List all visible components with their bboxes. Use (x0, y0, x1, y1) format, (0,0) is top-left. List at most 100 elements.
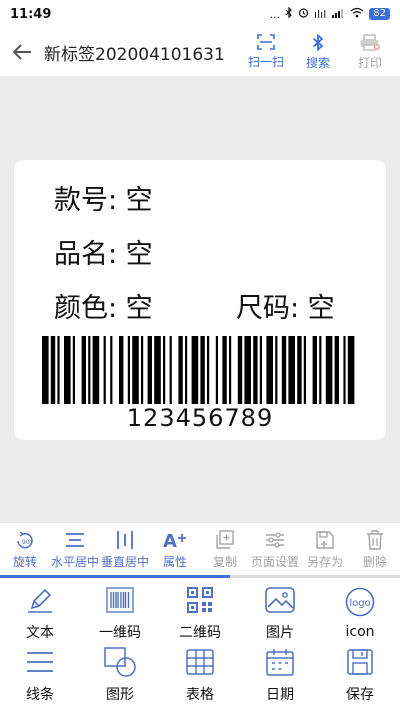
barcode-bar (343, 336, 346, 404)
status-bar: 11:49 ... ılıl 82 (0, 0, 400, 28)
save-as-button[interactable]: 另存为 (300, 523, 350, 576)
barcode-bar (191, 336, 199, 404)
add-barcode-button[interactable]: 一维码 (80, 582, 160, 644)
save-label: 保存 (346, 687, 374, 703)
barcode-bar (92, 336, 100, 404)
add-image-button[interactable]: 图片 (240, 582, 320, 644)
barcode-bar (319, 336, 322, 404)
barcode-graphic[interactable] (42, 336, 358, 404)
print-button[interactable]: 打印 (344, 33, 396, 71)
save-as-label: 另存为 (306, 555, 343, 569)
field-size[interactable]: 尺码: 空 (236, 286, 335, 325)
barcode-bar (163, 336, 166, 404)
barcode-number: 123456789 (126, 404, 274, 432)
delete-icon (367, 530, 383, 550)
delete-label: 删除 (362, 555, 387, 569)
add-line-label: 线条 (26, 687, 54, 703)
status-icons: ... ılıl 82 (269, 6, 390, 21)
page-settings-label: 页面设置 (250, 555, 299, 569)
add-text-label: 文本 (26, 625, 54, 641)
page-settings-button[interactable]: 页面设置 (250, 523, 300, 576)
copy-button[interactable]: 复制 (200, 523, 250, 576)
add-text-button[interactable]: 文本 (0, 582, 80, 644)
search-button[interactable]: 搜索 (292, 33, 344, 71)
barcode-bar (50, 336, 56, 404)
logo-icon-text: logo (349, 598, 370, 609)
add-icon-label: icon (345, 624, 375, 640)
shapes-icon (104, 647, 136, 677)
barcode-bar (72, 336, 75, 404)
barcode-bar (288, 336, 295, 404)
vertical-center-button[interactable]: 垂直居中 (100, 523, 150, 576)
barcode-bar (119, 336, 124, 404)
bluetooth-icon (312, 33, 324, 51)
add-date-button[interactable]: 日期 (240, 644, 320, 706)
field-color[interactable]: 颜色: 空 (54, 286, 153, 325)
barcode-icon (106, 587, 134, 613)
barcode-bar (244, 336, 251, 404)
barcode-bar (200, 336, 205, 404)
qrcode-icon (187, 587, 213, 613)
barcode-bar (266, 336, 273, 404)
rotate-90-icon: 90° (17, 531, 33, 549)
barcode-bar (141, 336, 144, 404)
barcode-bar (42, 336, 49, 404)
page-title: 新标签202004101631 (44, 44, 225, 65)
label-preview[interactable]: 款号: 空 品名: 空 颜色: 空 尺码: 空 123456789 (14, 160, 386, 440)
add-table-label: 表格 (186, 687, 214, 703)
battery-indicator: 82 (369, 8, 390, 20)
barcode-bar (281, 336, 287, 404)
barcode-bar (110, 336, 113, 404)
barcode-bar (229, 336, 232, 404)
barcode-bar (297, 336, 302, 404)
wifi-icon (350, 7, 364, 21)
app-bar: 新标签202004101631 扫一扫 搜索 打印 (0, 28, 400, 76)
barcode-bar (253, 336, 258, 404)
element-palette: 文本 一维码 二维码 图片 logo icon 线条 图形 表格 日期 保存 (0, 578, 400, 709)
add-qrcode-button[interactable]: 二维码 (160, 582, 240, 644)
vertical-center-label: 垂直居中 (100, 555, 149, 569)
scan-button[interactable]: 扫一扫 (240, 33, 292, 71)
print-label: 打印 (357, 55, 382, 70)
scan-label: 扫一扫 (247, 54, 284, 69)
barcode-bar (275, 336, 278, 404)
back-button[interactable] (0, 28, 44, 76)
barcode-bar (178, 336, 183, 404)
edit-toolbar: 90° 旋转 水平居中 垂直居中 A 属性 复制 页面设置 另存为 删除 (0, 522, 400, 576)
save-button[interactable]: 保存 (320, 644, 400, 706)
search-label: 搜索 (305, 55, 330, 70)
barcode-bar (312, 336, 317, 404)
header-actions: 扫一扫 搜索 打印 (240, 33, 396, 71)
add-icon-button[interactable]: logo icon (320, 582, 400, 644)
svg-text:A: A (163, 531, 177, 550)
horizontal-center-button[interactable]: 水平居中 (50, 523, 100, 576)
table-icon (186, 649, 214, 675)
add-line-button[interactable]: 线条 (0, 644, 80, 706)
barcode-bar (132, 336, 139, 404)
label-canvas[interactable]: 款号: 空 品名: 空 颜色: 空 尺码: 空 123456789 (0, 76, 400, 522)
barcode-bar (222, 336, 227, 404)
properties-button[interactable]: A 属性 (150, 523, 200, 576)
rotate-label: 旋转 (12, 555, 37, 569)
copy-label: 复制 (212, 555, 237, 569)
barcode-bar (207, 336, 210, 404)
text-properties-icon: A (163, 531, 186, 550)
field-product-name[interactable]: 品名: 空 (54, 232, 153, 271)
barcode-bar (259, 336, 262, 404)
save-as-icon (316, 531, 334, 549)
printer-icon (360, 33, 380, 51)
dots: ... (269, 7, 281, 21)
barcode-bar (147, 336, 152, 404)
add-barcode-label: 一维码 (99, 625, 141, 641)
barcode-bar (127, 336, 130, 404)
add-shape-button[interactable]: 图形 (80, 644, 160, 706)
field-style-no[interactable]: 款号: 空 (54, 178, 153, 217)
rotate-button[interactable]: 90° 旋转 (0, 523, 50, 576)
copy-icon (216, 530, 234, 549)
alarm-icon (298, 7, 309, 21)
barcode-bar (103, 336, 106, 404)
add-table-button[interactable]: 表格 (160, 644, 240, 706)
delete-button[interactable]: 删除 (350, 523, 400, 576)
barcode-bar (64, 336, 71, 404)
barcode-bar (81, 336, 86, 404)
